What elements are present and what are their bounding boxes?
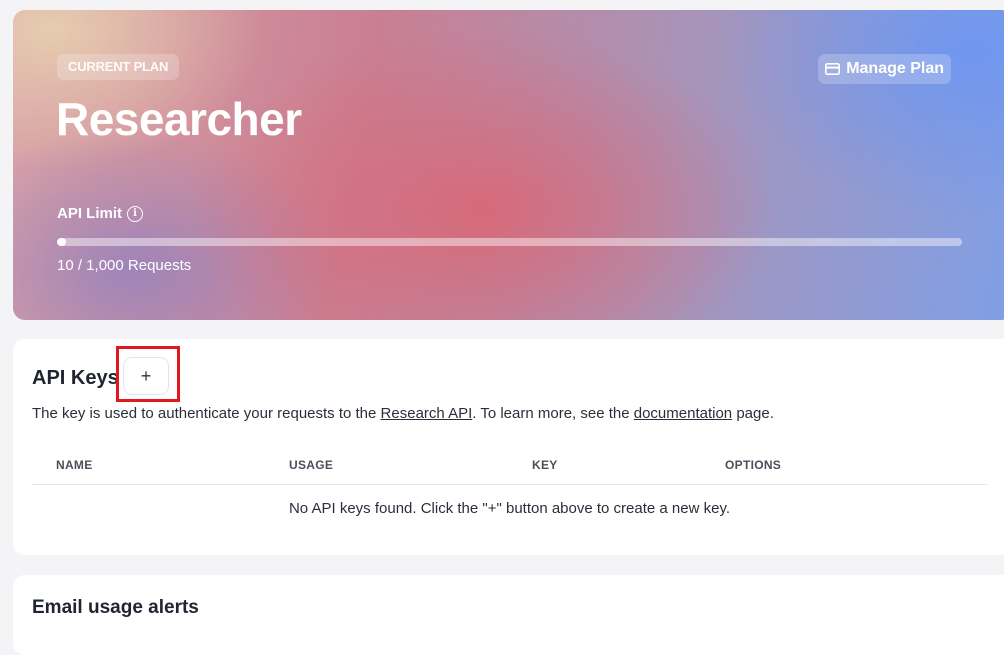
desc-text-1: The key is used to authenticate your req… <box>32 405 381 422</box>
info-icon[interactable]: i <box>127 205 144 222</box>
current-plan-card: CURRENT PLAN Manage Plan Researcher API … <box>13 10 1004 320</box>
column-usage: USAGE <box>289 458 334 472</box>
desc-text-3: page. <box>732 405 774 422</box>
email-alerts-card: Email usage alerts <box>13 575 1004 655</box>
email-alerts-title: Email usage alerts <box>32 597 199 618</box>
api-limit-text: API Limit <box>57 205 123 222</box>
desc-text-2: . To learn more, see the <box>472 405 634 422</box>
plus-icon: + <box>140 365 152 386</box>
api-limit-progress-fill <box>57 238 67 246</box>
column-options: OPTIONS <box>725 458 782 472</box>
manage-plan-label: Manage Plan <box>846 60 944 77</box>
api-limit-progress-bar <box>57 238 962 246</box>
api-keys-table-header: NAME USAGE KEY OPTIONS <box>32 449 987 485</box>
api-keys-card: API Keys + The key is used to authentica… <box>13 339 1004 555</box>
add-api-key-button[interactable]: + <box>123 357 169 395</box>
current-plan-badge: CURRENT PLAN <box>57 54 180 80</box>
manage-plan-button[interactable]: Manage Plan <box>818 54 951 84</box>
credit-card-icon <box>825 63 841 75</box>
documentation-link[interactable]: documentation <box>634 405 732 422</box>
research-api-link[interactable]: Research API <box>381 405 473 422</box>
column-key: KEY <box>532 458 558 472</box>
requests-count: 10 / 1,000 Requests <box>57 257 192 274</box>
api-keys-description: The key is used to authenticate your req… <box>32 405 774 422</box>
api-limit-label: API Limit i <box>57 205 144 222</box>
api-keys-title: API Keys <box>32 367 119 389</box>
column-name: NAME <box>56 458 93 472</box>
plan-name: Researcher <box>56 93 302 145</box>
empty-keys-message: No API keys found. Click the "+" button … <box>288 500 731 517</box>
